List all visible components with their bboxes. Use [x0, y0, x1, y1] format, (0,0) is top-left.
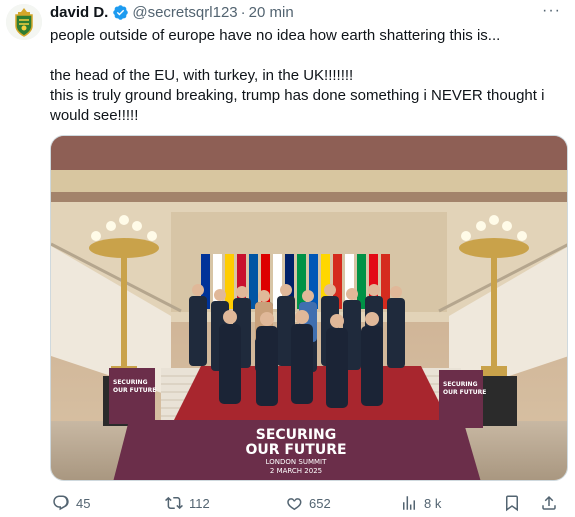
left-sign-line2: OUR FUTURE	[113, 387, 156, 394]
banner-line3: LONDON SUMMIT	[266, 458, 327, 466]
verified-badge-icon	[113, 4, 129, 20]
tweet-actions: 45 112 652 8 k	[50, 493, 560, 513]
banner-line2: OUR FUTURE	[245, 442, 346, 458]
share-button[interactable]	[540, 494, 558, 512]
left-sign	[109, 368, 155, 424]
tweet-photo[interactable]: SECURING OUR FUTURE SECURING OUR FUTURE …	[50, 135, 568, 481]
right-sign	[439, 370, 483, 428]
left-sign-line1: SECURING	[113, 379, 148, 386]
repost-count: 112	[189, 495, 210, 511]
repost-icon	[165, 496, 183, 510]
repost-button[interactable]: 112	[165, 494, 210, 512]
bookmark-button[interactable]	[503, 494, 521, 512]
like-count: 652	[309, 495, 331, 511]
author-handle[interactable]: @secretsqrl123	[132, 4, 237, 21]
tweet-text-line: would see!!!!!	[50, 107, 139, 124]
right-sign-line2: OUR FUTURE	[443, 389, 486, 396]
tweet-text-line: people outside of europe have no idea ho…	[50, 27, 501, 44]
separator: ·	[240, 3, 246, 21]
banner-line4: 2 MARCH 2025	[270, 467, 322, 475]
bookmark-icon	[506, 495, 518, 512]
share-icon	[542, 495, 556, 510]
views-count: 8 k	[424, 495, 442, 511]
heart-icon	[287, 498, 302, 511]
tweet-header: david D. @secretsqrl123 · 20 min	[50, 2, 561, 22]
timestamp[interactable]: 20 min	[249, 4, 294, 21]
more-options-icon[interactable]: ···	[542, 2, 561, 20]
like-button[interactable]: 652	[285, 494, 331, 512]
reply-button[interactable]: 45	[52, 494, 90, 512]
coat-of-arms-avatar-icon	[6, 4, 42, 40]
reply-count: 45	[76, 495, 91, 511]
tweet-text-line: this is truly ground breaking, trump has…	[50, 87, 545, 104]
right-sign-line1: SECURING	[443, 381, 478, 388]
views-chart-icon	[403, 496, 415, 510]
avatar[interactable]	[6, 4, 42, 40]
summit-group-photo: SECURING OUR FUTURE SECURING OUR FUTURE …	[51, 136, 567, 480]
reply-icon	[53, 495, 69, 511]
views-button[interactable]: 8 k	[400, 494, 441, 512]
tweet-text-line: the head of the EU, with turkey, in the …	[50, 67, 354, 84]
tweet-text: people outside of europe have no idea ho…	[50, 26, 560, 126]
banner-line1: SECURING	[256, 427, 337, 443]
display-name[interactable]: david D.	[50, 4, 108, 21]
